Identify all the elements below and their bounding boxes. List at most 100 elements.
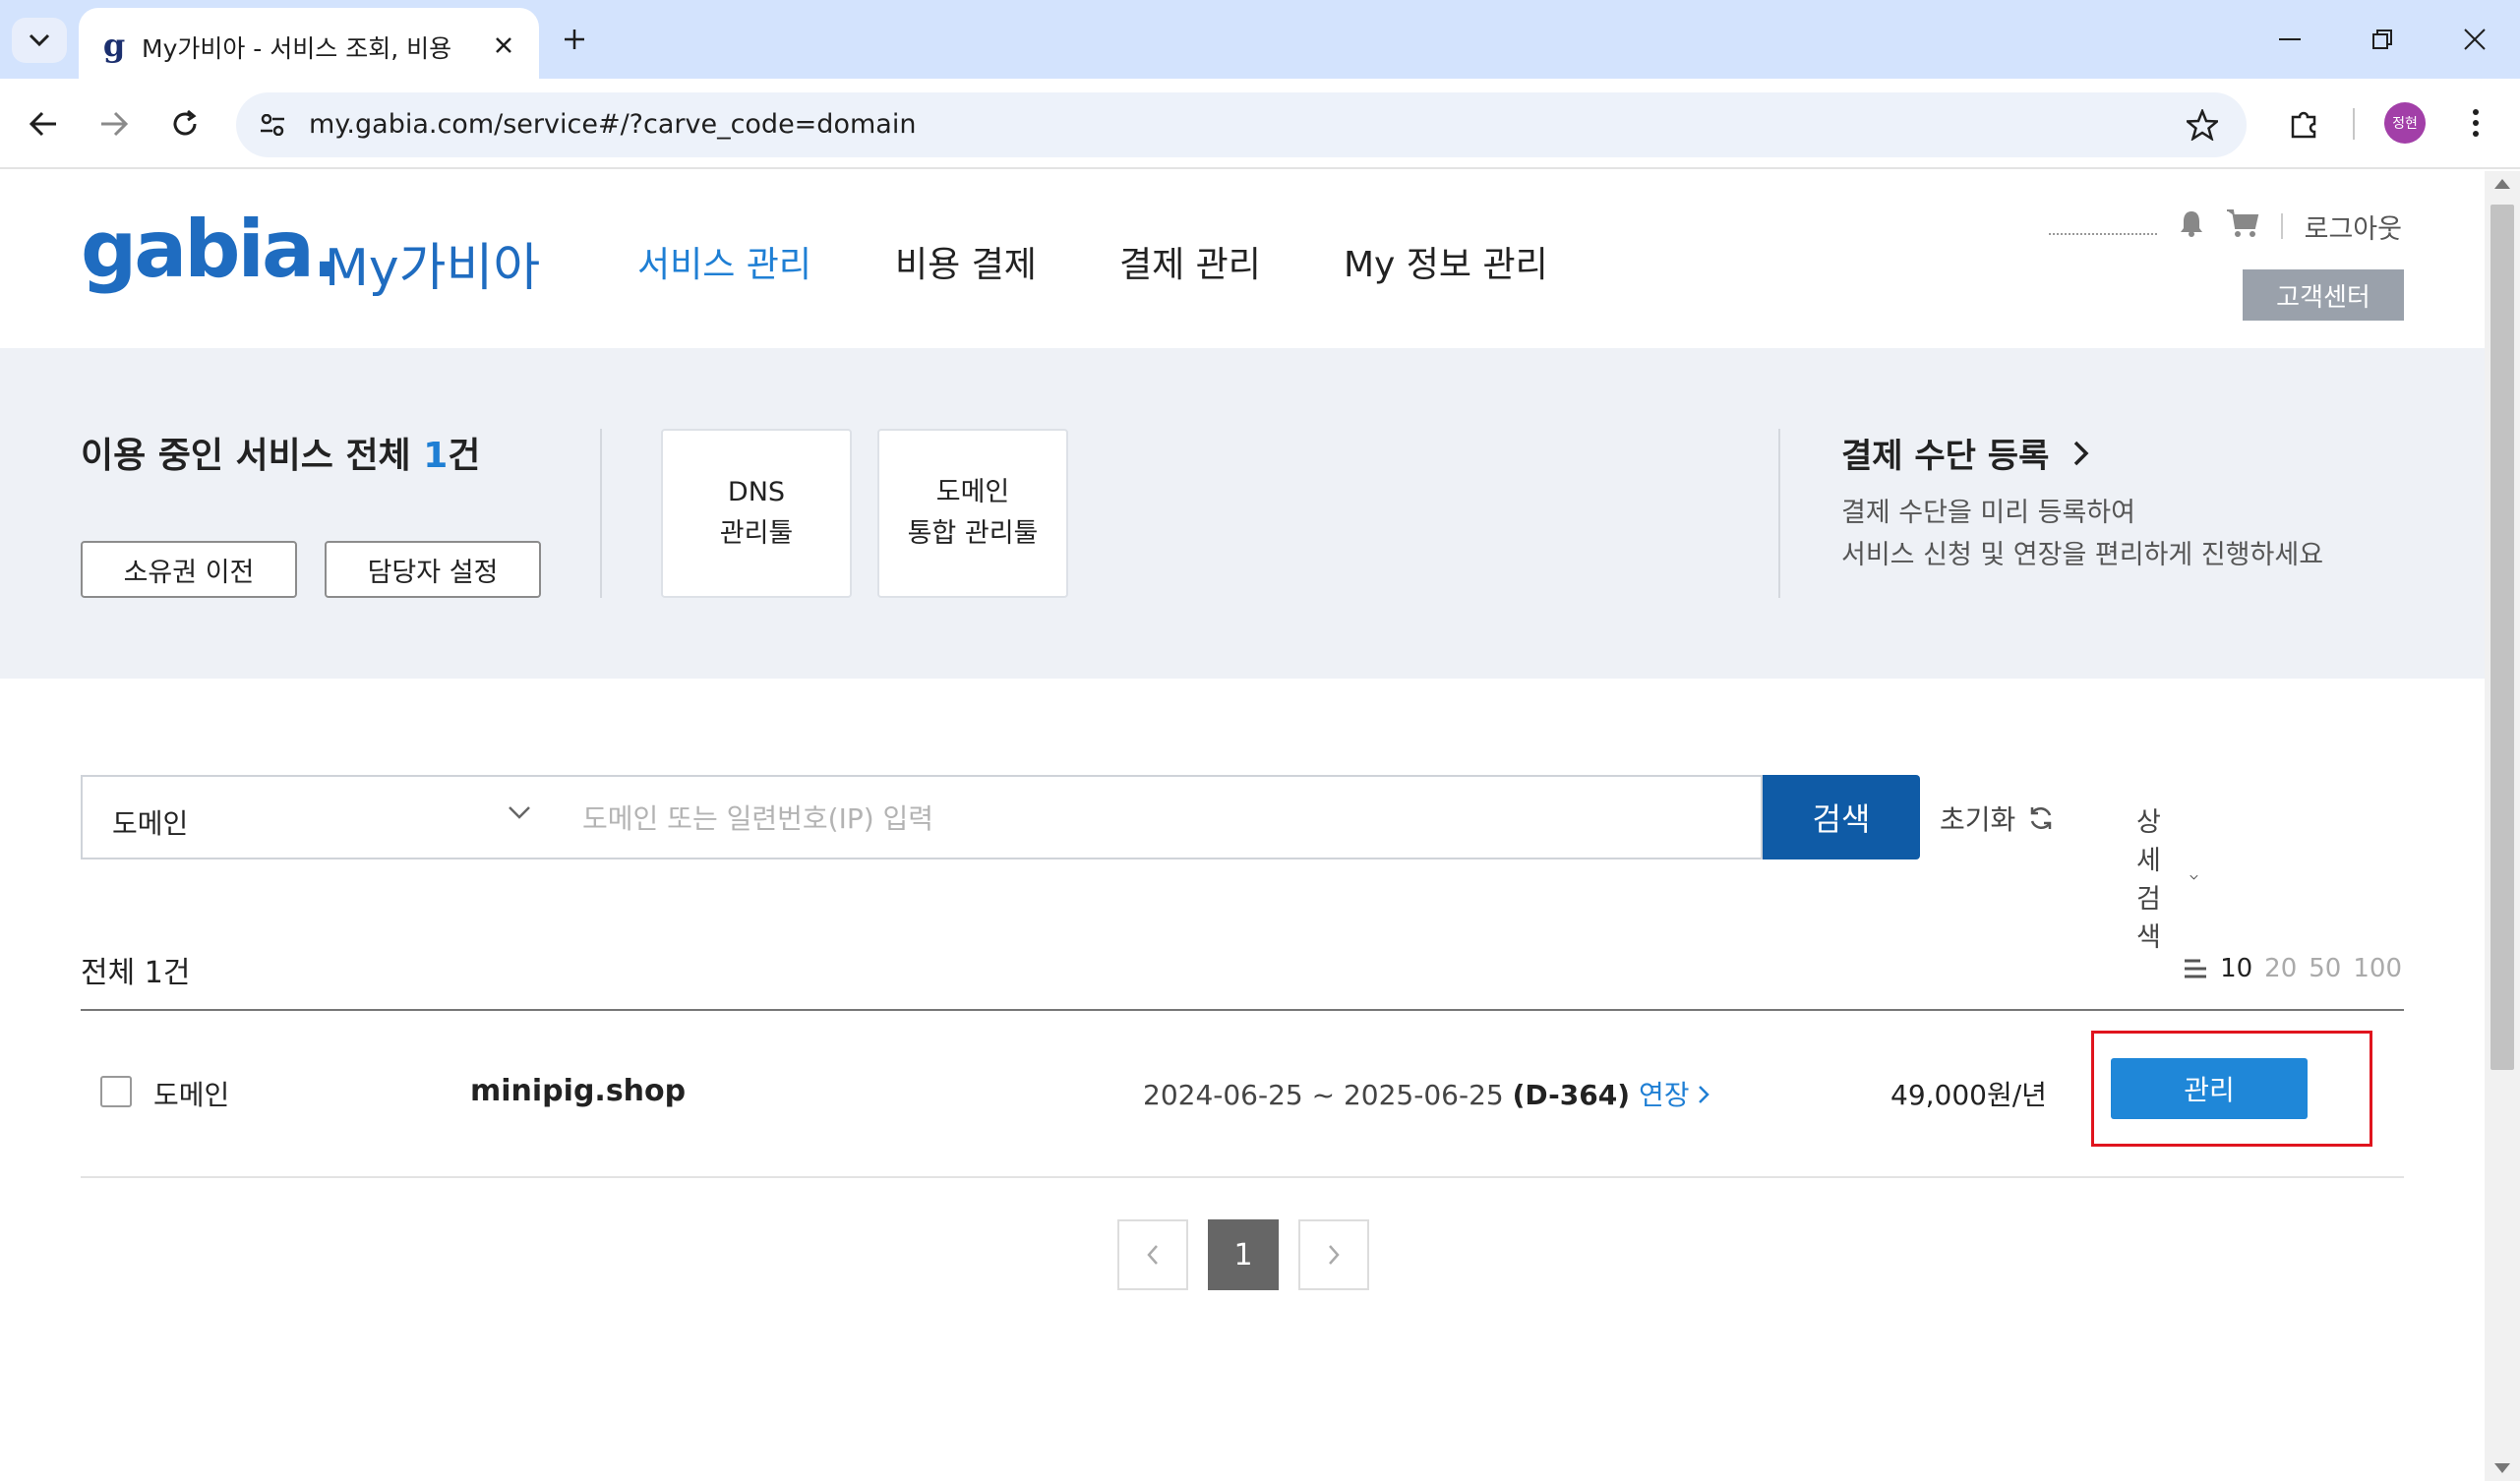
page-viewport: gabia. My가비아 서비스 관리 비용 결제 결제 관리 My 정보 관리… — [0, 171, 2485, 1481]
nav-billing-payment[interactable]: 비용 결제 — [895, 236, 1037, 287]
chevron-down-icon — [2190, 874, 2198, 880]
chevron-right-icon — [2073, 441, 2089, 466]
close-window-button[interactable] — [2445, 14, 2504, 65]
service-count-prefix: 이용 중인 서비스 전체 — [81, 436, 424, 476]
arrow-right-icon — [101, 111, 129, 137]
renew-label: 연장 — [1638, 1079, 1690, 1111]
search-input[interactable] — [582, 797, 1468, 840]
notification-button[interactable] — [2179, 209, 2204, 244]
ownership-transfer-button[interactable]: 소유권 이전 — [81, 541, 297, 598]
row-price: 49,000원/년 — [1890, 1079, 2047, 1111]
payment-method-register-link[interactable]: 결제 수단 등록 — [1841, 429, 2090, 477]
chevron-right-icon — [1699, 1086, 1710, 1103]
close-icon — [2464, 29, 2486, 50]
tab-search-button[interactable] — [12, 18, 67, 63]
chevron-down-icon — [29, 33, 50, 47]
address-bar[interactable]: my.gabia.com/service#/?carve_code=domain — [236, 92, 2247, 157]
summary-divider — [1778, 429, 1780, 598]
pagination-prev-button[interactable] — [1117, 1219, 1188, 1290]
url-text[interactable]: my.gabia.com/service#/?carve_code=domain — [309, 109, 916, 140]
restore-button[interactable] — [2353, 14, 2412, 65]
nav-my-info-management[interactable]: My 정보 관리 — [1344, 236, 1548, 287]
cart-icon — [2226, 208, 2258, 237]
service-count-suffix: 건 — [448, 436, 481, 476]
minimize-button[interactable] — [2260, 14, 2319, 65]
puzzle-icon — [2291, 111, 2316, 139]
detail-search-toggle[interactable]: 상세 검색 — [2136, 800, 2198, 954]
reload-button[interactable] — [161, 100, 209, 148]
my-gabia-title[interactable]: My가비아 — [325, 226, 540, 300]
search-category-value: 도메인 — [112, 807, 189, 840]
page-size-20[interactable]: 20 — [2264, 954, 2297, 983]
minimize-icon — [2279, 38, 2301, 40]
reset-button[interactable]: 초기화 — [1940, 799, 2055, 838]
payment-desc-line1: 결제 수단을 미리 등록하여 — [1841, 498, 2135, 528]
close-icon — [496, 37, 511, 53]
bookmark-button[interactable] — [2184, 106, 2221, 144]
row-period-dates: 2024-06-25 ~ 2025-06-25 — [1143, 1079, 1504, 1111]
page-size-10[interactable]: 10 — [2220, 954, 2252, 983]
chevron-right-icon — [1329, 1245, 1340, 1265]
new-tab-button[interactable] — [553, 18, 596, 61]
toolbar-divider — [2353, 108, 2355, 140]
payment-title-text: 결제 수단 등록 — [1841, 437, 2050, 476]
nav-service-management[interactable]: 서비스 관리 — [637, 236, 811, 287]
payment-desc-line2: 서비스 신청 및 연장을 편리하게 진행하세요 — [1841, 540, 2324, 571]
forward-button[interactable] — [90, 100, 138, 148]
highlight-box — [2091, 1031, 2372, 1147]
row-dday: (D-364) — [1512, 1079, 1631, 1111]
browser-tab-active[interactable]: g My가비아 - 서비스 조회, 비용 — [79, 8, 539, 79]
refresh-icon — [2031, 806, 2052, 830]
tune-icon — [261, 114, 284, 136]
scroll-down-arrow-icon[interactable] — [2494, 1463, 2510, 1473]
contact-setting-button[interactable]: 담당자 설정 — [325, 541, 541, 598]
detail-search-label: 상세 검색 — [2136, 807, 2161, 953]
search-category-select[interactable]: 도메인 — [81, 775, 555, 859]
scroll-up-arrow-icon[interactable] — [2494, 179, 2510, 189]
row-domain-name[interactable]: minipig.shop — [470, 1074, 686, 1108]
page-scrollbar[interactable] — [2485, 171, 2520, 1481]
plus-icon — [565, 30, 584, 49]
page-size-50[interactable]: 50 — [2309, 954, 2341, 983]
service-count-number: 1 — [423, 436, 449, 476]
site-info-button[interactable] — [254, 106, 291, 144]
chevron-left-icon — [1147, 1245, 1158, 1265]
arrow-left-icon — [29, 111, 56, 137]
browser-toolbar: my.gabia.com/service#/?carve_code=domain… — [0, 79, 2520, 169]
total-count-label: 전체 1건 — [81, 956, 191, 990]
pagination-next-button[interactable] — [1298, 1219, 1369, 1290]
back-button[interactable] — [20, 100, 67, 148]
search-field: 상세 검색 — [553, 775, 2198, 953]
dns-tool-line2: 관리툴 — [719, 518, 794, 549]
page-size-100[interactable]: 100 — [2353, 954, 2402, 983]
tab-title: My가비아 - 서비스 조회, 비용 — [142, 34, 452, 63]
row-checkbox[interactable] — [100, 1076, 132, 1107]
utility-menu: 로그아웃 — [2048, 207, 2402, 246]
domain-tool-card[interactable]: 도메인 통합 관리툴 — [877, 429, 1068, 598]
cart-button[interactable] — [2226, 208, 2259, 245]
table-row: 도메인 minipig.shop 2024-06-25 ~ 2025-06-25… — [81, 1011, 2404, 1178]
gabia-logo[interactable]: gabia. — [81, 210, 341, 289]
service-count-title: 이용 중인 서비스 전체 1건 — [81, 427, 480, 478]
list-icon — [2185, 959, 2207, 978]
row-service-type: 도메인 — [153, 1079, 230, 1111]
logout-link[interactable]: 로그아웃 — [2305, 207, 2402, 246]
customer-center-button[interactable]: 고객센터 — [2243, 269, 2404, 321]
gabia-favicon-icon: g — [102, 27, 126, 64]
browser-menu-button[interactable] — [2453, 100, 2498, 146]
more-vert-icon — [2473, 109, 2479, 137]
extensions-button[interactable] — [2280, 98, 2329, 148]
row-period: 2024-06-25 ~ 2025-06-25 (D-364) 연장 — [1143, 1074, 1710, 1113]
renew-link[interactable]: 연장 — [1639, 1079, 1710, 1111]
profile-avatar[interactable]: 정현 — [2384, 102, 2426, 144]
dns-tool-line1: DNS — [727, 477, 786, 508]
util-separator — [2280, 213, 2283, 239]
scrollbar-thumb[interactable] — [2490, 205, 2514, 1070]
dns-tool-card[interactable]: DNS 관리툴 — [661, 429, 852, 598]
tab-close-button[interactable] — [484, 26, 523, 65]
pagination-page-1[interactable]: 1 — [1208, 1219, 1279, 1290]
nav-payment-management[interactable]: 결제 관리 — [1119, 236, 1261, 287]
summary-divider — [600, 429, 602, 598]
search-button[interactable]: 검색 — [1763, 775, 1920, 859]
reset-label: 초기화 — [1940, 803, 2016, 836]
